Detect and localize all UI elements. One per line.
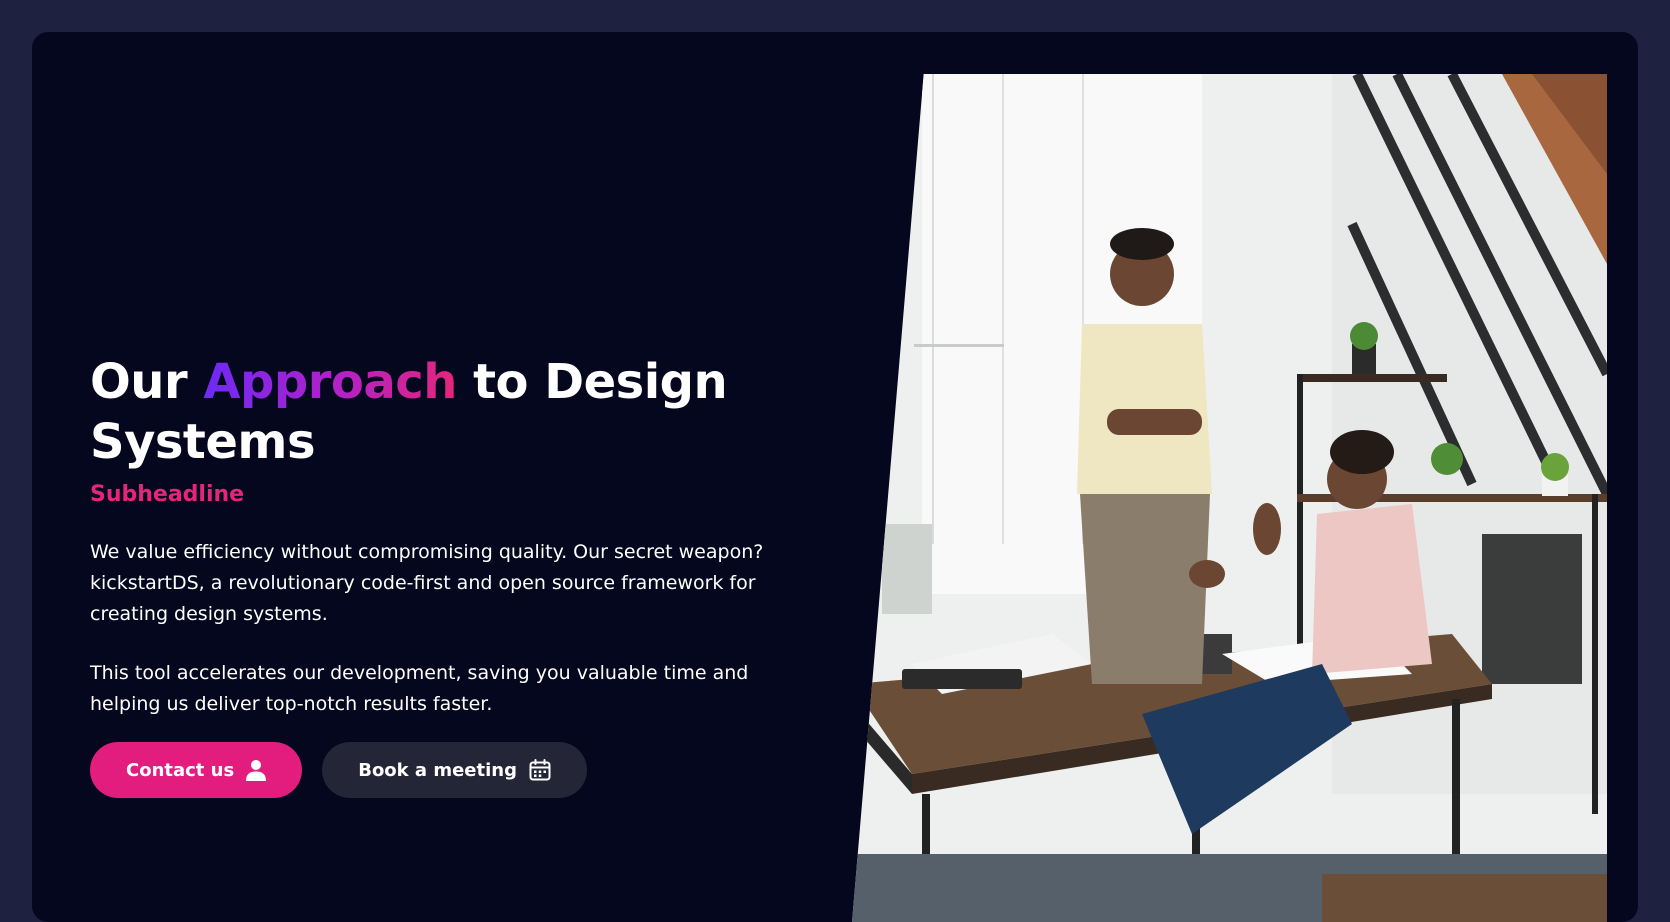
headline-text-start: Our (90, 354, 204, 410)
hero-card: Our Approach to Design Systems Subheadli… (32, 32, 1638, 922)
hero-paragraph-1: We value efficiency without compromising… (90, 541, 764, 625)
contact-us-label: Contact us (126, 759, 235, 781)
hero-office-photo (852, 74, 1607, 922)
calendar-icon (529, 759, 551, 781)
hero-subheadline: Subheadline (90, 482, 245, 507)
hero-paragraph-2: This tool accelerates our development, s… (90, 662, 749, 715)
person-icon (246, 759, 267, 781)
book-meeting-button[interactable]: Book a meeting (322, 742, 587, 798)
hero-buttons: Contact us Book a meeting (90, 742, 860, 798)
hero-content: Our Approach to Design Systems Subheadli… (90, 352, 860, 798)
headline-highlight: Approach (203, 354, 457, 410)
contact-us-button[interactable]: Contact us (90, 742, 303, 798)
hero-headline: Our Approach to Design Systems (90, 352, 860, 472)
book-meeting-label: Book a meeting (358, 759, 517, 781)
